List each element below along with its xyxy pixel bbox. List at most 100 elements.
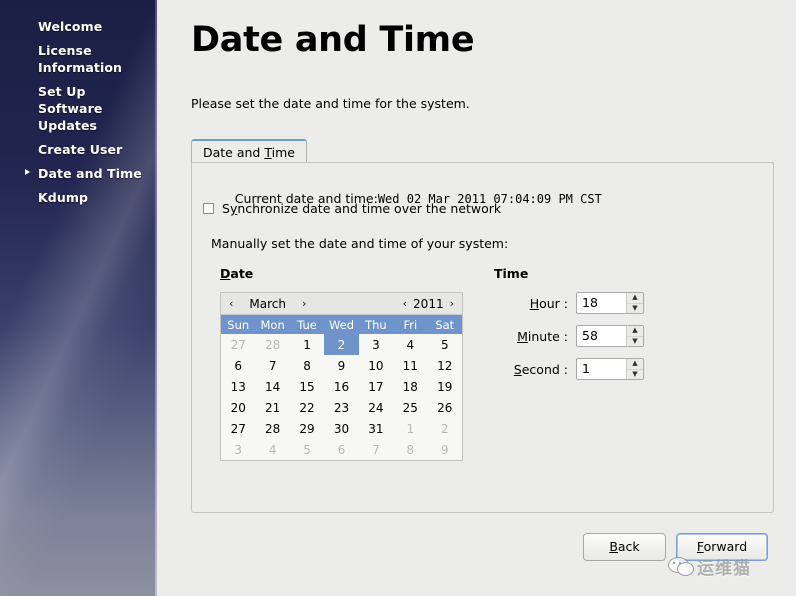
calendar-day[interactable]: 10 xyxy=(359,355,393,376)
calendar-month-label: March xyxy=(249,296,286,311)
calendar-day[interactable]: 5 xyxy=(290,439,324,460)
prev-month-icon[interactable]: ‹ xyxy=(227,297,235,310)
calendar-week-row: 27 28 29 30 31 1 2 xyxy=(221,418,462,439)
calendar-day[interactable]: 3 xyxy=(359,334,393,355)
sidebar-item-date-and-time[interactable]: Date and Time xyxy=(0,165,157,182)
next-year-icon[interactable]: › xyxy=(448,297,456,310)
calendar-day[interactable]: 13 xyxy=(221,376,255,397)
calendar-day[interactable]: 6 xyxy=(221,355,255,376)
calendar-day[interactable]: 25 xyxy=(393,397,427,418)
time-group-title: Time xyxy=(494,266,529,281)
sidebar-item-welcome[interactable]: Welcome xyxy=(0,18,157,35)
date-group-title: Date xyxy=(220,266,470,281)
calendar-day[interactable]: 31 xyxy=(359,418,393,439)
back-label: ack xyxy=(617,539,640,554)
calendar-day[interactable]: 4 xyxy=(255,439,289,460)
date-group: Date ‹ March › ‹ 2011 › Sun Mon Tue Wed Thu F… xyxy=(220,266,470,461)
page-subtitle: Please set the date and time for the sys… xyxy=(191,96,470,111)
calendar-day[interactable]: 15 xyxy=(290,376,324,397)
calendar-widget[interactable]: ‹ March › ‹ 2011 › Sun Mon Tue Wed Thu Fri Sat… xyxy=(220,292,463,461)
calendar-weekday: Tue xyxy=(289,315,325,334)
right-arrow-icon xyxy=(25,169,30,175)
prev-year-icon[interactable]: ‹ xyxy=(401,297,409,310)
time-label-mnemonic: H xyxy=(529,295,540,311)
calendar-day[interactable]: 7 xyxy=(359,439,393,460)
calendar-day[interactable]: 2 xyxy=(428,418,462,439)
calendar-day[interactable]: 30 xyxy=(324,418,358,439)
calendar-day-selected[interactable]: 2 xyxy=(324,334,359,355)
calendar-day[interactable]: 28 xyxy=(255,334,289,355)
calendar-day[interactable]: 1 xyxy=(393,418,427,439)
calendar-day[interactable]: 23 xyxy=(324,397,358,418)
calendar-weekday: Fri xyxy=(393,315,428,334)
chevron-up-icon[interactable]: ▲ xyxy=(627,359,643,370)
sidebar-item-license-information[interactable]: License Information xyxy=(0,42,157,76)
calendar-weekday: Sun xyxy=(221,315,256,334)
calendar-day[interactable]: 22 xyxy=(290,397,324,418)
calendar-day[interactable]: 24 xyxy=(359,397,393,418)
calendar-day[interactable]: 9 xyxy=(428,439,462,460)
date-title-rest: ate xyxy=(230,266,254,281)
calendar-day[interactable]: 1 xyxy=(290,334,324,355)
sidebar-item-label: Welcome xyxy=(38,19,103,34)
calendar-day[interactable]: 8 xyxy=(290,355,324,376)
back-button[interactable]: Back xyxy=(583,533,666,561)
calendar-day[interactable]: 7 xyxy=(255,355,289,376)
calendar-day[interactable]: 27 xyxy=(221,334,255,355)
second-input[interactable]: 1 xyxy=(577,359,626,379)
time-label-rest: econd : xyxy=(521,361,568,377)
time-fields-list: Hour :18 ▲ ▼ Minute :58 ▲ ▼ Second :1 ▲ ▼ xyxy=(494,292,724,380)
time-group: Time Hour :18 ▲ ▼ Minute :58 ▲ ▼ Second :1 ▲ ▼ xyxy=(494,266,724,391)
hour-input[interactable]: 18 xyxy=(577,293,626,313)
calendar-day[interactable]: 4 xyxy=(393,334,427,355)
spinner-buttons: ▲ ▼ xyxy=(626,293,643,313)
calendar-day[interactable]: 29 xyxy=(290,418,324,439)
calendar-day[interactable]: 21 xyxy=(255,397,289,418)
chevron-up-icon[interactable]: ▲ xyxy=(627,293,643,304)
spinner-minute[interactable]: 58 ▲ ▼ xyxy=(576,325,644,347)
tab-date-and-time[interactable]: Date and Time xyxy=(191,139,307,162)
spinner-second[interactable]: 1 ▲ ▼ xyxy=(576,358,644,380)
wizard-sidebar: Welcome License Information Set Up Softwar… xyxy=(0,0,157,596)
sidebar-item-kdump[interactable]: Kdump xyxy=(0,189,157,206)
sync-network-checkbox[interactable] xyxy=(203,203,214,214)
chevron-down-icon[interactable]: ▼ xyxy=(627,370,643,380)
sync-network-checkbox-row[interactable]: Synchronize date and time over the netwo… xyxy=(203,201,501,216)
calendar-day[interactable]: 11 xyxy=(393,355,427,376)
next-month-icon[interactable]: › xyxy=(300,297,308,310)
sidebar-item-create-user[interactable]: Create User xyxy=(0,141,157,158)
calendar-day[interactable]: 5 xyxy=(428,334,462,355)
minute-input[interactable]: 58 xyxy=(577,326,626,346)
manual-set-label: Manually set the date and time of your s… xyxy=(211,236,509,251)
calendar-day[interactable]: 28 xyxy=(255,418,289,439)
sync-network-label: Synchronize date and time over the netwo… xyxy=(222,201,501,216)
date-and-time-wizard-window: Welcome License Information Set Up Softwar… xyxy=(0,0,796,596)
spinner-hour[interactable]: 18 ▲ ▼ xyxy=(576,292,644,314)
calendar-day[interactable]: 8 xyxy=(393,439,427,460)
calendar-day[interactable]: 26 xyxy=(428,397,462,418)
calendar-day[interactable]: 18 xyxy=(393,376,427,397)
sidebar-item-set-up-software-updates[interactable]: Set Up Software Updates xyxy=(0,83,157,134)
calendar-day[interactable]: 3 xyxy=(221,439,255,460)
calendar-day[interactable]: 14 xyxy=(255,376,289,397)
sidebar-item-label: Date and Time xyxy=(38,166,142,181)
sidebar-item-label: License Information xyxy=(38,43,123,75)
calendar-day[interactable]: 16 xyxy=(324,376,358,397)
calendar-day[interactable]: 27 xyxy=(221,418,255,439)
chevron-up-icon[interactable]: ▲ xyxy=(627,326,643,337)
calendar-day[interactable]: 12 xyxy=(428,355,462,376)
calendar-day[interactable]: 20 xyxy=(221,397,255,418)
calendar-day[interactable]: 17 xyxy=(359,376,393,397)
sidebar-item-label: Create User xyxy=(38,142,123,157)
time-field-minute: Minute :58 ▲ ▼ xyxy=(494,325,724,347)
calendar-day[interactable]: 6 xyxy=(324,439,358,460)
calendar-day[interactable]: 19 xyxy=(428,376,462,397)
tab-label-part1: Date and xyxy=(203,145,265,160)
time-label-rest: our : xyxy=(539,295,568,311)
time-label-mnemonic: M xyxy=(517,328,528,344)
chevron-down-icon[interactable]: ▼ xyxy=(627,337,643,347)
forward-button[interactable]: Forward xyxy=(676,533,768,561)
calendar-week-row: 27 28 1 2 3 4 5 xyxy=(221,334,462,355)
chevron-down-icon[interactable]: ▼ xyxy=(627,304,643,314)
calendar-day[interactable]: 9 xyxy=(324,355,358,376)
